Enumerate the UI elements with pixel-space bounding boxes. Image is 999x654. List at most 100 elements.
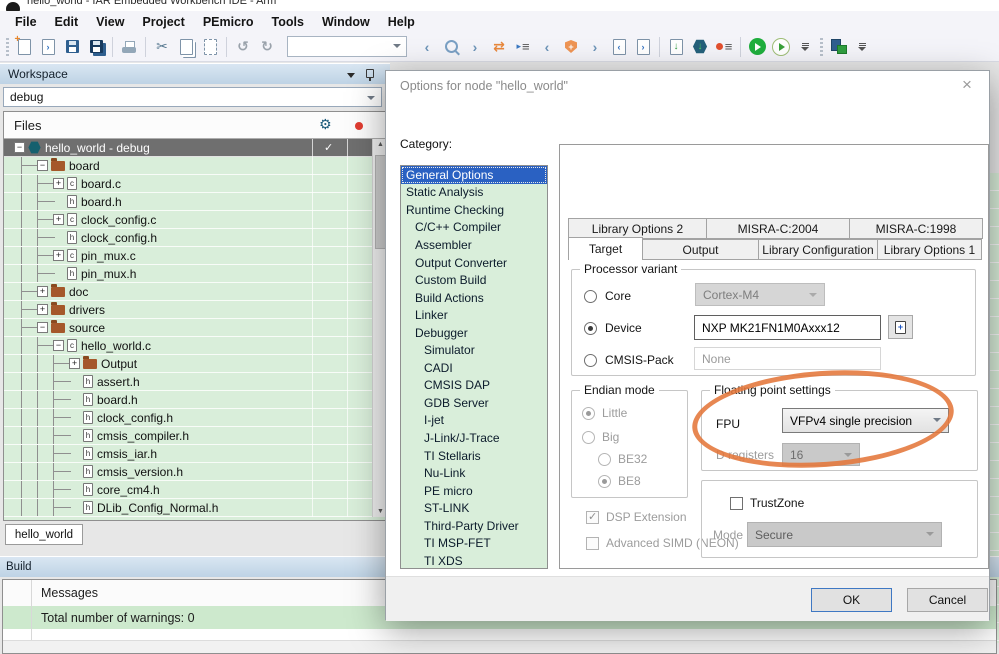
cut-icon[interactable]: ✂: [151, 36, 173, 58]
menu-item-tools[interactable]: Tools: [263, 13, 313, 31]
tree-row[interactable]: − hello_world - debug ✓: [4, 139, 374, 157]
category-item[interactable]: J-Link/J-Trace: [401, 429, 547, 447]
tree-expander[interactable]: +: [53, 214, 64, 225]
new-file-icon[interactable]: [13, 34, 35, 58]
tree-row[interactable]: cmsis_iar.h: [4, 445, 374, 463]
build-log-scrollbar[interactable]: [3, 640, 996, 653]
tab-library-options-1[interactable]: Library Options 1: [877, 239, 982, 260]
next-document-icon[interactable]: [632, 36, 654, 58]
scroll-up-icon[interactable]: ▲: [377, 141, 384, 148]
tree-expander[interactable]: −: [14, 142, 25, 153]
configuration-dropdown[interactable]: debug: [3, 87, 382, 107]
device-radio[interactable]: [584, 322, 597, 335]
prev-bookmark-icon[interactable]: ‹: [536, 36, 558, 58]
tree-expander[interactable]: −: [37, 322, 48, 333]
search-icon[interactable]: [440, 36, 462, 58]
category-item[interactable]: TI Stellaris: [401, 447, 547, 465]
nav-forward-icon[interactable]: ›: [464, 36, 486, 58]
quick-search-combo[interactable]: [287, 36, 407, 57]
category-item[interactable]: Output Converter: [401, 254, 547, 272]
tree-row[interactable]: + Output: [4, 355, 374, 373]
tree-row[interactable]: cmsis_compiler.h: [4, 427, 374, 445]
gear-icon[interactable]: ⚙: [319, 116, 332, 133]
save-icon[interactable]: [61, 36, 83, 58]
category-item[interactable]: CMSIS DAP: [401, 377, 547, 395]
tree-row[interactable]: + clock_config.c: [4, 211, 374, 229]
breakpoint-dot-icon[interactable]: [355, 122, 363, 130]
category-item[interactable]: TI XDS: [401, 552, 547, 568]
flash-tools-icon[interactable]: [827, 36, 849, 58]
tree-row[interactable]: cmsis_version.h: [4, 463, 374, 481]
panel-menu-icon[interactable]: [347, 73, 355, 78]
tree-expander[interactable]: −: [37, 160, 48, 171]
trustzone-checkbox[interactable]: [730, 497, 743, 510]
paste-icon[interactable]: [199, 36, 221, 58]
pin-icon[interactable]: [366, 69, 374, 81]
copy-icon[interactable]: [175, 36, 197, 58]
category-item[interactable]: I-jet: [401, 412, 547, 430]
fpu-dropdown[interactable]: VFPv4 single precision: [782, 408, 949, 433]
tree-row[interactable]: board.h: [4, 193, 374, 211]
tree-row[interactable]: − board: [4, 157, 374, 175]
tree-row[interactable]: clock_config.h: [4, 229, 374, 247]
print-icon[interactable]: [118, 36, 140, 58]
category-item[interactable]: Third-Party Driver: [401, 517, 547, 535]
category-item[interactable]: Debugger: [401, 324, 547, 342]
category-item[interactable]: Nu-Link: [401, 464, 547, 482]
tree-expander[interactable]: +: [53, 178, 64, 189]
workspace-tab-hello-world[interactable]: hello_world: [5, 524, 83, 545]
menu-item-pemicro[interactable]: PEmicro: [194, 13, 263, 31]
undo-icon[interactable]: ↺: [232, 36, 254, 58]
category-item[interactable]: Static Analysis: [401, 184, 547, 202]
make-build-icon[interactable]: [689, 36, 711, 58]
tree-expander[interactable]: +: [37, 304, 48, 315]
category-item[interactable]: C/C++ Compiler: [401, 219, 547, 237]
stop-build-icon[interactable]: [713, 36, 735, 58]
tab-target[interactable]: Target: [568, 237, 643, 260]
tree-row[interactable]: core_cm4.h: [4, 481, 374, 499]
debug-without-download-icon[interactable]: [770, 36, 792, 58]
menu-item-view[interactable]: View: [87, 13, 133, 31]
category-item[interactable]: Build Actions: [401, 289, 547, 307]
menu-item-file[interactable]: File: [6, 13, 46, 31]
category-item[interactable]: Linker: [401, 306, 547, 324]
category-item[interactable]: Custom Build: [401, 271, 547, 289]
swap-source-header-icon[interactable]: ⇄: [488, 36, 510, 58]
cmsis-pack-radio[interactable]: [584, 354, 597, 367]
scroll-down-icon[interactable]: ▼: [377, 508, 384, 515]
cmsis-pack-field[interactable]: None: [694, 347, 881, 370]
device-selector-button[interactable]: +: [888, 315, 913, 339]
tab-misra-c-2004[interactable]: MISRA-C:2004: [706, 218, 850, 239]
category-item[interactable]: Assembler: [401, 236, 547, 254]
ok-button[interactable]: OK: [811, 588, 892, 612]
tree-row[interactable]: pin_mux.h: [4, 265, 374, 283]
tree-row[interactable]: clock_config.h: [4, 409, 374, 427]
device-field[interactable]: NXP MK21FN1M0Axxx12: [694, 315, 881, 340]
tab-library-options-2[interactable]: Library Options 2: [568, 218, 707, 239]
category-item[interactable]: TI MSP-FET: [401, 534, 547, 552]
tree-expander[interactable]: +: [37, 286, 48, 297]
nav-back-icon[interactable]: ‹: [416, 36, 438, 58]
category-item[interactable]: PE micro: [401, 482, 547, 500]
tree-row[interactable]: board.h: [4, 391, 374, 409]
category-item[interactable]: Simulator: [401, 341, 547, 359]
tree-row[interactable]: assert.h: [4, 373, 374, 391]
compile-icon[interactable]: [665, 36, 687, 58]
close-icon[interactable]: ×: [957, 75, 977, 95]
category-item[interactable]: General Options: [401, 166, 547, 184]
tree-row[interactable]: + board.c: [4, 175, 374, 193]
menu-item-project[interactable]: Project: [133, 13, 193, 31]
core-radio[interactable]: [584, 290, 597, 303]
toolbar-overflow-icon-2[interactable]: [851, 36, 873, 58]
tab-library-configuration[interactable]: Library Configuration: [758, 239, 878, 260]
tree-expander[interactable]: +: [53, 250, 64, 261]
tree-row[interactable]: DLib_Config_Normal.h: [4, 499, 374, 517]
previous-document-icon[interactable]: [608, 36, 630, 58]
bookmark-shield-icon[interactable]: [560, 36, 582, 58]
save-all-icon[interactable]: [85, 36, 107, 58]
tree-expander[interactable]: −: [53, 340, 64, 351]
tab-output[interactable]: Output: [642, 239, 759, 260]
download-and-debug-icon[interactable]: [746, 36, 768, 58]
tree-row[interactable]: + doc: [4, 283, 374, 301]
tree-row[interactable]: + pin_mux.c: [4, 247, 374, 265]
